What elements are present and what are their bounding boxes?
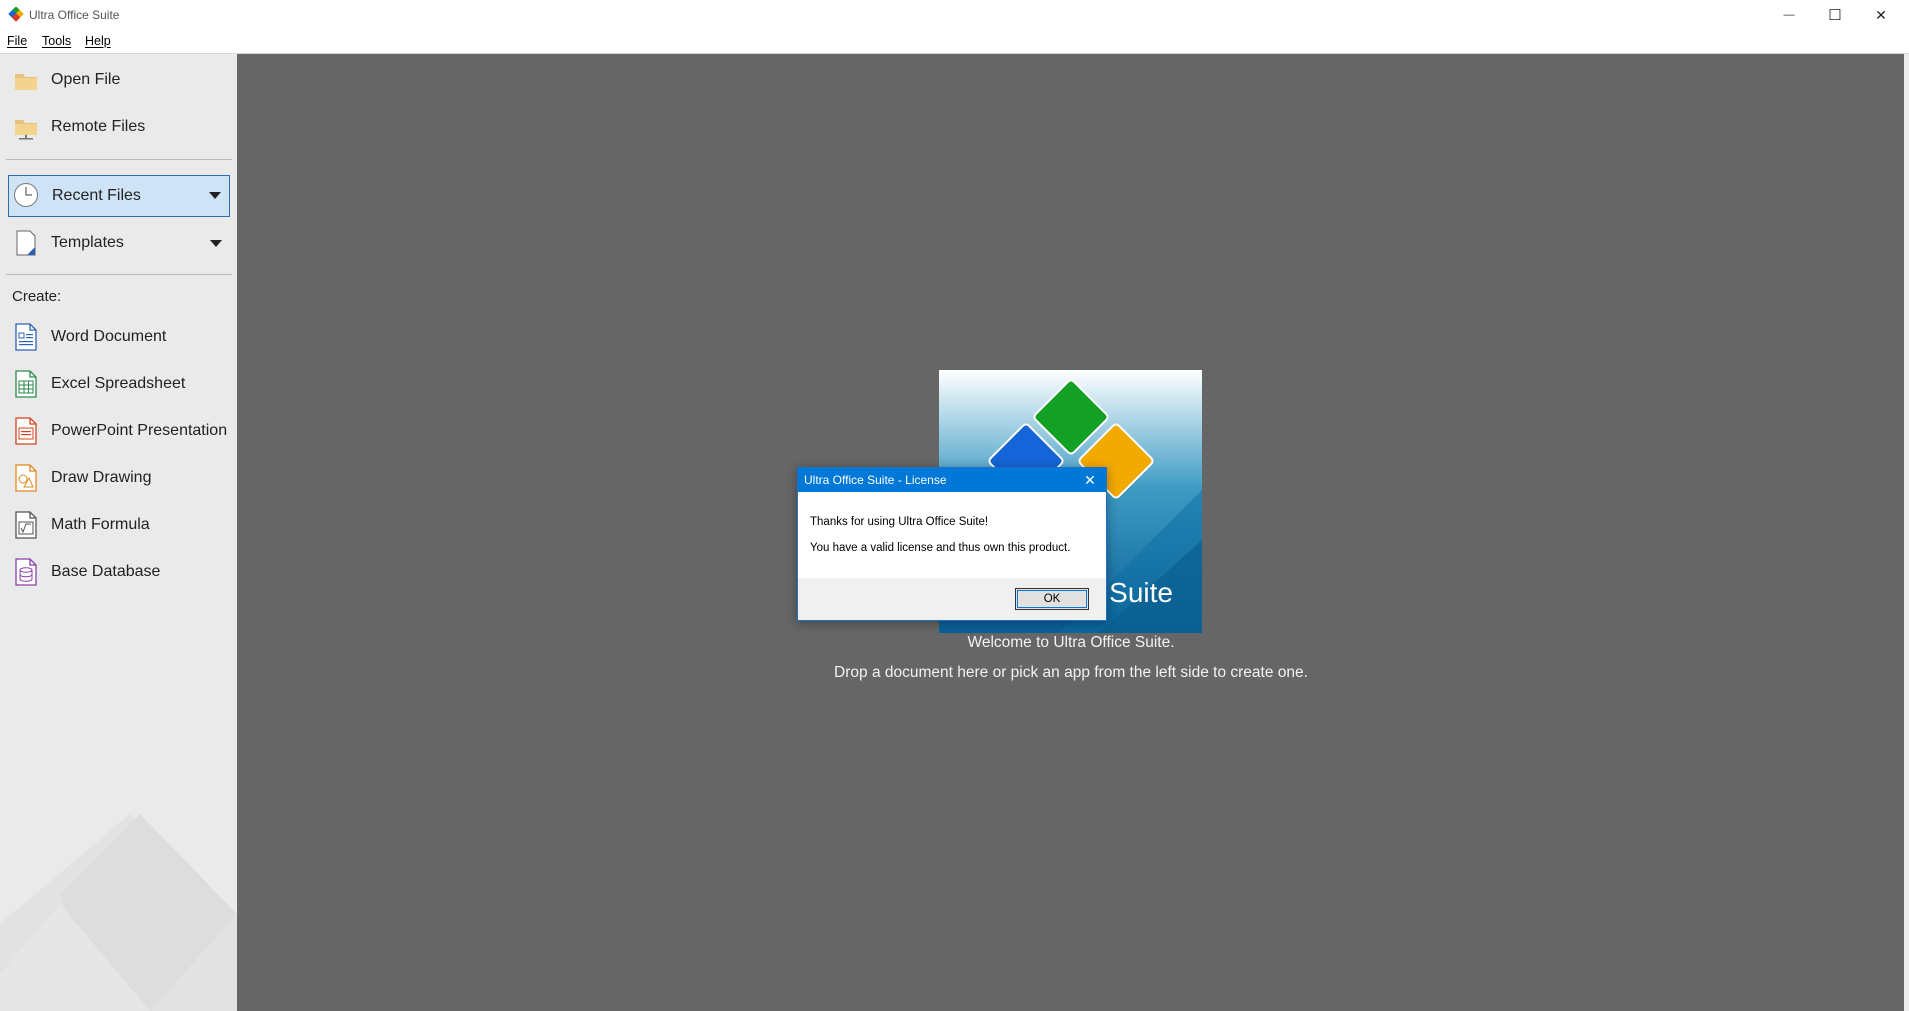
presentation-icon: [15, 417, 37, 445]
chevron-down-icon[interactable]: [209, 192, 221, 199]
close-button[interactable]: ✕: [1858, 0, 1904, 30]
menu-file[interactable]: File: [7, 34, 27, 48]
create-base-database[interactable]: Base Database: [8, 551, 230, 593]
spreadsheet-icon: [15, 370, 37, 398]
menu-help[interactable]: Help: [85, 34, 111, 48]
drawing-icon: [15, 464, 37, 492]
app-window: Ultra Office Suite — ☐ ✕ File Tools Help…: [0, 0, 1909, 1011]
draw-drawing-label: Draw Drawing: [51, 469, 152, 486]
create-word-document[interactable]: Word Document: [8, 316, 230, 358]
create-excel-spreadsheet[interactable]: Excel Spreadsheet: [8, 363, 230, 405]
recent-files-label: Recent Files: [52, 187, 141, 204]
dialog-message-thanks: Thanks for using Ultra Office Suite!: [810, 516, 989, 528]
close-icon: ✕: [1084, 471, 1096, 488]
maximize-button[interactable]: ☐: [1812, 0, 1858, 30]
open-file-button[interactable]: Open File: [8, 59, 230, 101]
title-bar: Ultra Office Suite — ☐ ✕: [0, 0, 1909, 30]
templates-label: Templates: [51, 234, 124, 251]
sidebar-divider: [6, 159, 232, 160]
folder-icon: [15, 74, 37, 90]
powerpoint-presentation-label: PowerPoint Presentation: [51, 422, 228, 439]
database-icon: [15, 558, 37, 586]
minimize-button[interactable]: —: [1766, 0, 1812, 30]
open-file-label: Open File: [51, 71, 121, 88]
create-math-formula[interactable]: Math Formula: [8, 504, 230, 546]
excel-spreadsheet-label: Excel Spreadsheet: [51, 375, 186, 392]
recent-files-button[interactable]: Recent Files: [8, 175, 230, 217]
math-formula-label: Math Formula: [51, 516, 150, 533]
remote-files-button[interactable]: Remote Files: [8, 106, 230, 148]
start-center-sidebar: Open File Remote Files Recent Files Temp…: [0, 54, 237, 1011]
word-document-label: Word Document: [51, 328, 167, 345]
minimize-icon: —: [1783, 9, 1795, 21]
template-icon: [16, 230, 36, 256]
create-draw-drawing[interactable]: Draw Drawing: [8, 457, 230, 499]
dialog-title: Ultra Office Suite - License: [804, 473, 947, 487]
maximize-icon: ☐: [1828, 7, 1842, 24]
menu-bar: File Tools Help: [0, 30, 1909, 54]
clock-icon: [14, 183, 38, 207]
ok-button[interactable]: OK: [1015, 588, 1089, 610]
window-border: [1904, 54, 1909, 1011]
sidebar-divider: [6, 274, 232, 275]
chevron-down-icon[interactable]: [210, 240, 222, 247]
create-powerpoint-presentation[interactable]: PowerPoint Presentation: [8, 410, 230, 452]
dialog-title-bar: Ultra Office Suite - License ✕: [798, 468, 1106, 492]
base-database-label: Base Database: [51, 563, 161, 580]
close-icon: ✕: [1875, 6, 1887, 23]
license-dialog: Ultra Office Suite - License ✕ Thanks fo…: [797, 467, 1107, 621]
templates-button[interactable]: Templates: [8, 222, 230, 264]
create-heading: Create:: [12, 288, 62, 305]
word-document-icon: [15, 323, 37, 351]
welcome-text: Welcome to Ultra Office Suite.: [967, 634, 1175, 651]
remote-files-label: Remote Files: [51, 118, 146, 135]
window-title: Ultra Office Suite: [29, 8, 120, 22]
remote-folder-icon: [15, 120, 37, 140]
dialog-close-button[interactable]: ✕: [1080, 470, 1100, 490]
app-logo-icon: [8, 7, 24, 22]
drop-hint-text: Drop a document here or pick an app from…: [834, 664, 1308, 681]
dialog-message-license: You have a valid license and thus own th…: [810, 542, 1071, 554]
menu-tools[interactable]: Tools: [42, 34, 71, 48]
formula-icon: [15, 511, 37, 539]
